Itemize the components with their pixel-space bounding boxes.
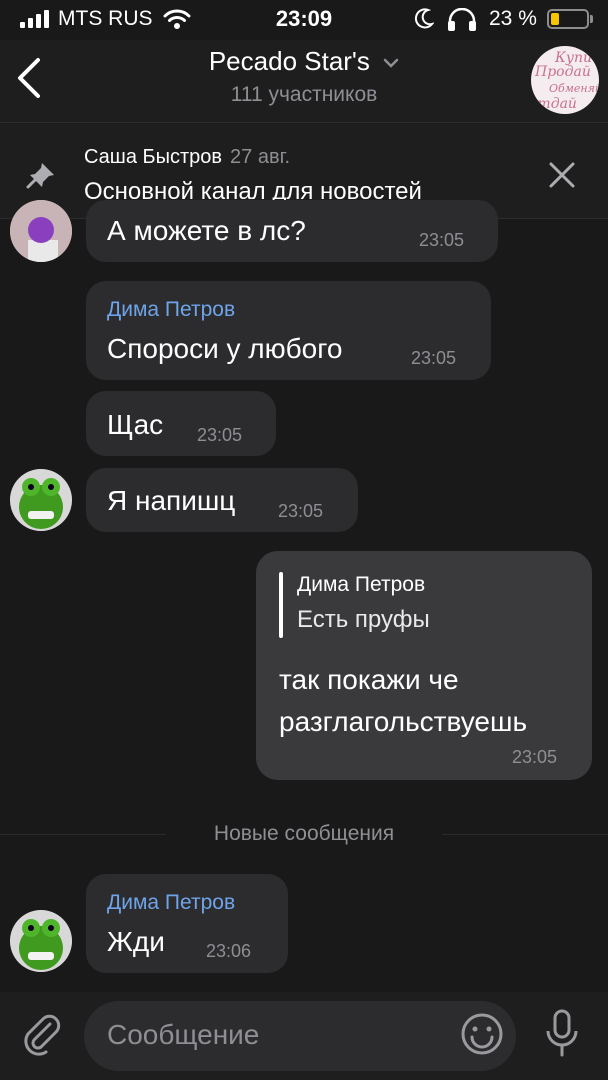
message-text: Спороси у любого	[107, 333, 343, 364]
reply-quote-bar	[279, 572, 283, 638]
pinned-author-name: Саша Быстров	[84, 146, 223, 168]
participants-count: 111 участников	[230, 83, 378, 106]
new-messages-divider: Новые сообщения	[213, 822, 395, 845]
battery-percent: 23 %	[489, 7, 537, 30]
message-bubble[interactable]	[86, 874, 288, 973]
paperclip-icon[interactable]	[20, 1012, 64, 1056]
message-time: 23:05	[411, 348, 457, 368]
chevron-down-icon	[383, 58, 399, 68]
message-time: 23:06	[206, 941, 252, 961]
message-text-line: разглагольствуешь	[279, 706, 528, 737]
battery-tip	[590, 15, 593, 23]
reply-author[interactable]: Дима Петров	[297, 573, 425, 597]
message-time: 23:05	[512, 747, 558, 767]
message-time: 23:05	[278, 501, 324, 521]
headphones-icon	[448, 8, 476, 31]
chat-title-text: Pecado Star's	[208, 46, 370, 76]
avatar[interactable]	[10, 910, 72, 972]
pinned-date: 27 авг.	[230, 146, 291, 168]
chat-title[interactable]: Pecado Star's	[0, 46, 608, 77]
frog-avatar-icon	[10, 469, 72, 531]
message-text: Я напишц	[107, 485, 236, 516]
moon-icon	[414, 8, 434, 29]
frog-avatar-icon	[10, 910, 72, 972]
chat-header: Pecado Star's 111 участников Купи Продай…	[0, 40, 608, 123]
battery-icon	[547, 9, 589, 29]
message-text-line: так покажи че	[279, 664, 459, 695]
pinned-author: Саша Быстров 27 авг.	[84, 146, 290, 169]
message-time: 23:05	[197, 425, 243, 445]
close-icon[interactable]	[547, 160, 577, 190]
status-bar: MTS RUS 23:09 23 %	[0, 0, 608, 40]
message-time: 23:05	[419, 230, 465, 250]
microphone-icon[interactable]	[543, 1009, 581, 1059]
avatar-logo-text: Продай	[535, 64, 591, 80]
pin-icon	[26, 163, 54, 189]
avatar[interactable]	[10, 469, 72, 531]
message-text: Жди	[107, 926, 165, 957]
avatar-logo-text: отдай	[531, 96, 577, 112]
reply-text: Есть пруфы	[297, 606, 430, 633]
message-author[interactable]: Дима Петров	[107, 891, 235, 915]
message-text: А можете в лс?	[107, 215, 306, 246]
avatar[interactable]	[10, 200, 72, 262]
user-avatar-icon	[10, 200, 72, 262]
emoji-icon[interactable]	[460, 1012, 504, 1056]
group-avatar[interactable]: Купи Продай Обменяй отдай	[531, 46, 599, 114]
message-author[interactable]: Дима Петров	[107, 298, 235, 322]
message-text: Щас	[107, 409, 164, 440]
message-input-placeholder: Сообщение	[107, 1019, 260, 1050]
avatar-logo-text: Обменяй	[549, 82, 599, 95]
